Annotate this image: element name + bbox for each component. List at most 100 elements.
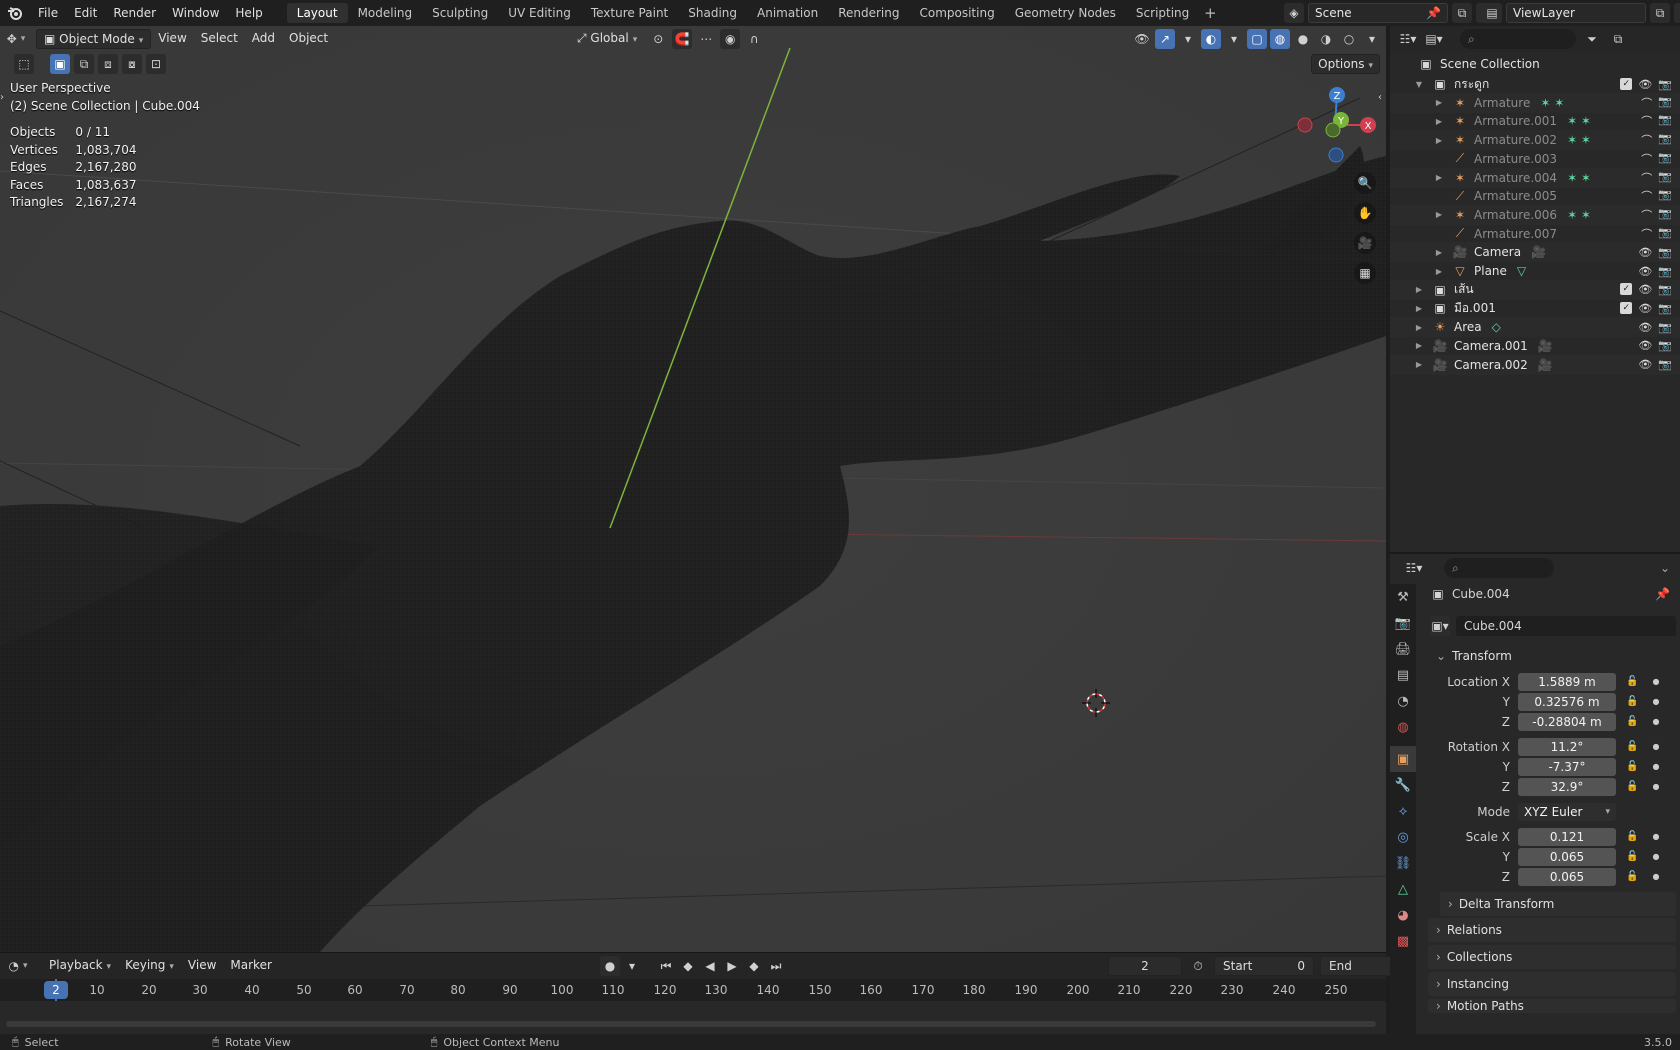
keyframe-dot-icon[interactable]: ● bbox=[1652, 852, 1659, 861]
object-data-icon[interactable]: 🎥 bbox=[1538, 339, 1553, 353]
object-data-icon[interactable]: ✶ ✶ bbox=[1540, 96, 1564, 110]
lock-icon[interactable]: 🔓 bbox=[1626, 831, 1638, 842]
eye-closed-icon[interactable]: ⌒ bbox=[1641, 226, 1652, 242]
keyframe-dot-icon[interactable]: ● bbox=[1652, 697, 1659, 706]
view-layer-field[interactable]: ViewLayer bbox=[1506, 3, 1646, 23]
scene-name-field[interactable]: Scene 📌 bbox=[1308, 3, 1448, 23]
render-camera-icon[interactable]: 📷 bbox=[1658, 226, 1672, 242]
object-data-icon[interactable]: ✶ ✶ bbox=[1567, 208, 1591, 222]
exclude-checkbox[interactable]: ✓ bbox=[1620, 283, 1633, 296]
render-camera-icon[interactable]: 📷 bbox=[1658, 132, 1672, 148]
tab-compositing[interactable]: Compositing bbox=[909, 3, 1004, 23]
current-frame-field[interactable]: 2 bbox=[1108, 956, 1182, 976]
delete-view-layer-icon[interactable]: ✕ bbox=[1674, 3, 1680, 23]
jump-start-icon[interactable]: ⏮ bbox=[656, 956, 676, 976]
outliner-item[interactable]: ⟋ Armature.005 ⌒ 📷 bbox=[1390, 186, 1680, 206]
outliner-item[interactable]: ▶ ▣ เส้น ✓ 👁 📷 bbox=[1390, 279, 1680, 300]
xray-icon[interactable]: ▢ bbox=[1247, 29, 1267, 49]
keyframe-dot-icon[interactable]: ● bbox=[1652, 762, 1659, 771]
view-layer-tab-icon[interactable]: ▤ bbox=[1390, 662, 1416, 688]
start-frame-field[interactable]: Start 0 bbox=[1214, 956, 1314, 976]
tab-scripting[interactable]: Scripting bbox=[1126, 3, 1199, 23]
3d-viewport[interactable]: ✥ ▾ ▣ Object Mode ▾ View Select Add Object… bbox=[0, 26, 1386, 952]
zoom-icon[interactable]: 🔍 bbox=[1354, 172, 1376, 194]
toolbar-toggle-icon[interactable]: › bbox=[0, 92, 4, 103]
world-tab-icon[interactable]: ◍ bbox=[1390, 714, 1416, 740]
render-camera-icon[interactable]: 📷 bbox=[1658, 170, 1672, 186]
timeline-scrollbar-track[interactable] bbox=[6, 1021, 1376, 1027]
filter-icon[interactable]: ⏷ bbox=[1582, 29, 1602, 49]
menu-window[interactable]: Window bbox=[164, 0, 227, 26]
pan-hand-icon[interactable]: ✋ bbox=[1354, 202, 1376, 224]
snap-icon[interactable]: 🧲 bbox=[672, 29, 693, 49]
expand-right-icon[interactable]: ▶ bbox=[1434, 267, 1444, 276]
expand-right-icon[interactable]: ▶ bbox=[1434, 210, 1444, 219]
eye-icon[interactable]: 👁 bbox=[1638, 78, 1652, 91]
pivot-icon[interactable]: ⊙ bbox=[648, 29, 668, 49]
material-shading-icon[interactable]: ◑ bbox=[1316, 29, 1336, 49]
select-invert-icon[interactable]: ⧇ bbox=[122, 54, 142, 74]
relations-panel[interactable]: › Relations bbox=[1428, 918, 1676, 942]
expand-down-icon[interactable]: ▼ bbox=[1414, 80, 1424, 89]
menu-select[interactable]: Select bbox=[194, 29, 245, 49]
menu-keying[interactable]: Keying ▾ bbox=[118, 956, 181, 976]
outliner-root[interactable]: ▣ Scene Collection bbox=[1390, 54, 1680, 74]
object-data-icon[interactable]: 🎥 bbox=[1531, 245, 1546, 259]
frame-ruler[interactable]: 2 10 20 30 40 50 60 70 80 90 100 110 120… bbox=[0, 979, 1386, 1039]
eye-icon[interactable]: 👁 bbox=[1638, 265, 1652, 278]
expand-right-icon[interactable]: ▶ bbox=[1434, 117, 1444, 126]
new-scene-icon[interactable]: ⧉ bbox=[1452, 3, 1472, 23]
outliner-item[interactable]: ▼ ▣ กระดูก ✓ 👁 📷 bbox=[1390, 74, 1680, 94]
render-camera-icon[interactable]: 📷 bbox=[1658, 113, 1672, 129]
outliner-item[interactable]: ⟋ Armature.007 ⌒ 📷 bbox=[1390, 224, 1680, 244]
wireframe-shading-icon[interactable]: ◍ bbox=[1270, 29, 1290, 49]
tab-animation[interactable]: Animation bbox=[747, 3, 828, 23]
outliner-item[interactable]: ▶ 🎥 Camera.002 🎥 👁 📷 bbox=[1390, 354, 1680, 375]
object-tab-icon[interactable]: ▣ bbox=[1390, 746, 1416, 772]
tab-shading[interactable]: Shading bbox=[678, 3, 747, 23]
overlay-dropdown-icon[interactable]: ▾ bbox=[1224, 29, 1244, 49]
select-extend-icon[interactable]: ⧉ bbox=[74, 54, 94, 74]
editor-type-icon[interactable]: ✥ ▾ bbox=[6, 29, 26, 49]
keyframe-dot-icon[interactable]: ● bbox=[1652, 832, 1659, 841]
expand-right-icon[interactable]: ▶ bbox=[1434, 173, 1444, 182]
jump-end-icon[interactable]: ⏭ bbox=[766, 956, 786, 976]
outliner-item[interactable]: ▶ 🎥 Camera 🎥 👁 📷 bbox=[1390, 242, 1680, 263]
navigation-gizmo[interactable]: Z X Y bbox=[1290, 80, 1380, 170]
outliner-item[interactable]: ▶ ✶ Armature ✶ ✶ ⌒ 📷 bbox=[1390, 92, 1680, 113]
next-keyframe-icon[interactable]: ◆ bbox=[744, 956, 764, 976]
eye-icon[interactable]: 👁 bbox=[1638, 358, 1652, 371]
rotation-y-field[interactable]: -7.37° bbox=[1518, 757, 1616, 776]
object-data-icon[interactable]: ✶ ✶ bbox=[1567, 114, 1591, 128]
eye-closed-icon[interactable]: ⌒ bbox=[1641, 207, 1652, 223]
expand-right-icon[interactable]: ▶ bbox=[1414, 341, 1424, 350]
delta-transform-panel[interactable]: › Delta Transform bbox=[1440, 892, 1676, 916]
outliner-search-input[interactable]: ⌕ bbox=[1460, 29, 1576, 49]
add-workspace-button[interactable]: + bbox=[1199, 4, 1221, 22]
exclude-checkbox[interactable]: ✓ bbox=[1620, 77, 1633, 90]
lock-icon[interactable]: 🔓 bbox=[1626, 761, 1638, 772]
expand-right-icon[interactable]: ▶ bbox=[1434, 98, 1444, 107]
lock-icon[interactable]: 🔓 bbox=[1626, 676, 1638, 687]
eye-icon[interactable]: 👁 bbox=[1638, 302, 1652, 315]
scale-x-field[interactable]: 0.121 bbox=[1518, 827, 1616, 846]
expand-right-icon[interactable]: ▶ bbox=[1414, 304, 1424, 313]
menu-timeline-view[interactable]: View bbox=[181, 956, 223, 976]
outliner-item[interactable]: ▶ ✶ Armature.002 ✶ ✶ ⌒ 📷 bbox=[1390, 130, 1680, 151]
rotation-x-field[interactable]: 11.2° bbox=[1518, 737, 1616, 756]
menu-view[interactable]: View bbox=[151, 29, 193, 49]
render-camera-icon[interactable]: 📷 bbox=[1658, 265, 1672, 278]
scale-z-field[interactable]: 0.065 bbox=[1518, 867, 1616, 886]
render-camera-icon[interactable]: 📷 bbox=[1658, 207, 1672, 223]
tab-modeling[interactable]: Modeling bbox=[348, 3, 423, 23]
exclude-checkbox[interactable]: ✓ bbox=[1620, 301, 1633, 314]
expand-right-icon[interactable]: ▶ bbox=[1414, 360, 1424, 369]
lock-icon[interactable]: 🔓 bbox=[1626, 851, 1638, 862]
select-subtract-icon[interactable]: ⧈ bbox=[98, 54, 118, 74]
tab-sculpting[interactable]: Sculpting bbox=[422, 3, 498, 23]
tab-uv-editing[interactable]: UV Editing bbox=[498, 3, 581, 23]
proportional-edit-icon[interactable]: ◉ bbox=[720, 29, 741, 49]
eye-icon[interactable]: 👁 bbox=[1638, 283, 1652, 296]
tab-geometry-nodes[interactable]: Geometry Nodes bbox=[1005, 3, 1126, 23]
expand-right-icon[interactable]: ▶ bbox=[1414, 323, 1424, 332]
